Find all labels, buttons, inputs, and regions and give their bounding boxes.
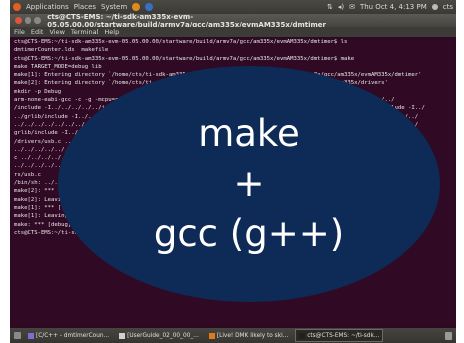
window-icon: [119, 332, 126, 339]
maximize-window-button[interactable]: [34, 17, 42, 24]
taskbar-item[interactable]: [Live! DMK likely to ski...: [206, 330, 291, 341]
menu-system[interactable]: System: [101, 3, 127, 11]
menu-terminal[interactable]: Terminal: [71, 28, 98, 36]
overlay-line-gcc: gcc (g++): [153, 212, 345, 255]
taskbar-item[interactable]: [C/C++ - dmtimerCoun...: [25, 330, 112, 341]
user-icon: [431, 4, 438, 10]
taskbar: [C/C++ - dmtimerCoun... [UserGuide_02_00_…: [10, 328, 456, 343]
close-window-button[interactable]: [15, 17, 22, 24]
menu-file[interactable]: File: [14, 28, 25, 36]
top-panel-menus: Applications Places System: [10, 3, 154, 11]
taskbar-item-label: cts@CTS-EMS: ~/ti-sdk...: [307, 332, 380, 339]
taskbar-item-label: [C/C++ - dmtimerCoun...: [36, 332, 110, 339]
help-launcher-icon[interactable]: [145, 3, 154, 11]
window-icon: [28, 332, 34, 339]
menu-edit[interactable]: Edit: [31, 28, 44, 36]
ubuntu-logo-icon[interactable]: [13, 3, 21, 11]
overlay-line-make: make: [198, 112, 300, 155]
desktop-screen: Applications Places System ⇅ ◂) ✉ Thu Oc…: [10, 0, 456, 343]
window-icon: [299, 332, 306, 339]
terminal-line: dmtimerCounter.lds makefile: [14, 47, 109, 54]
menu-places[interactable]: Places: [74, 3, 96, 11]
minimize-window-button[interactable]: [24, 17, 32, 24]
overlay-line-plus: +: [233, 162, 265, 205]
menu-applications[interactable]: Applications: [26, 3, 69, 11]
user-name[interactable]: cts: [443, 3, 453, 11]
taskbar-item-label: [UserGuide_02_00_00_...: [127, 332, 199, 339]
menu-view[interactable]: View: [49, 28, 64, 36]
terminal-line: cts@CTS-EMS:~/ti-sdk-am335x-evm-05.05.00…: [14, 39, 348, 45]
top-panel-status: ⇅ ◂) ✉ Thu Oct 4, 4:13 PM cts: [327, 3, 456, 11]
overlay-caption: make + gcc (g++): [58, 66, 440, 302]
mail-icon[interactable]: ✉: [349, 3, 355, 11]
menu-help[interactable]: Help: [104, 28, 119, 36]
terminal-line: cts@CTS-EMS:~/ti-sdk-am335x-evm-05.05.00…: [14, 55, 355, 62]
taskbar-item[interactable]: cts@CTS-EMS: ~/ti-sdk...: [295, 329, 384, 342]
terminal-menubar: File Edit View Terminal Help: [10, 27, 456, 37]
trash-icon[interactable]: [445, 331, 452, 340]
network-icon[interactable]: ⇅: [327, 3, 333, 11]
show-desktop-icon[interactable]: [14, 332, 21, 339]
volume-icon[interactable]: ◂): [338, 3, 344, 11]
taskbar-item-label: [Live! DMK likely to ski...: [216, 332, 289, 339]
clock[interactable]: Thu Oct 4, 4:13 PM: [360, 3, 427, 11]
taskbar-item[interactable]: [UserGuide_02_00_00_...: [116, 330, 202, 341]
firefox-launcher-icon[interactable]: [132, 3, 141, 11]
window-icon: [208, 332, 215, 339]
window-titlebar[interactable]: cts@CTS-EMS: ~/ti-sdk-am335x-evm-05.05.0…: [10, 13, 456, 29]
